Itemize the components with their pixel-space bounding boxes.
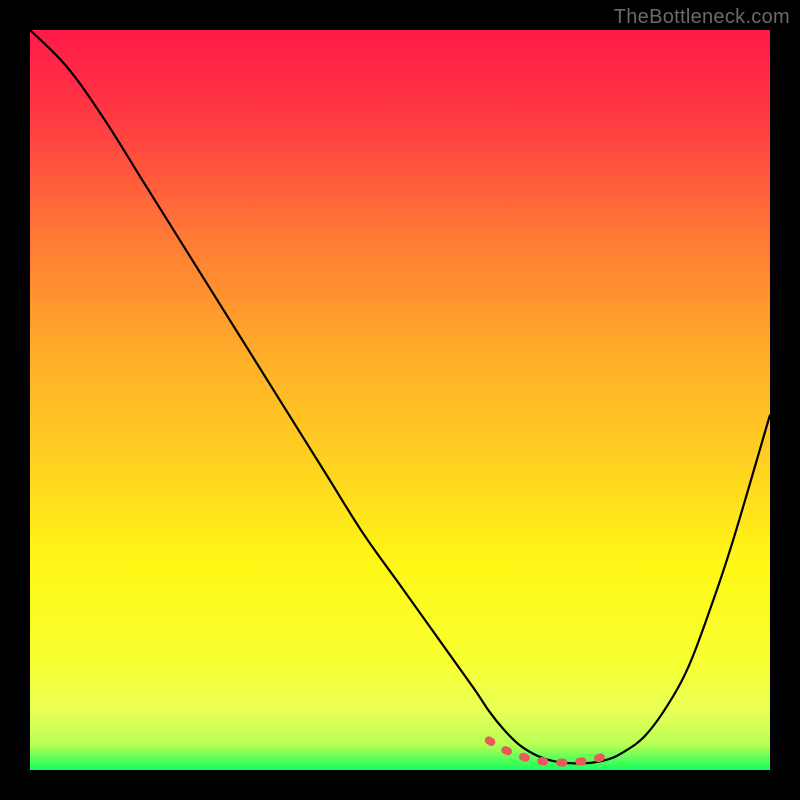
plot-area <box>30 30 770 770</box>
chart-curves <box>30 30 770 770</box>
watermark-text: TheBottleneck.com <box>614 6 790 29</box>
bottleneck-curve <box>30 30 770 763</box>
optimal-range-marker <box>489 740 615 762</box>
